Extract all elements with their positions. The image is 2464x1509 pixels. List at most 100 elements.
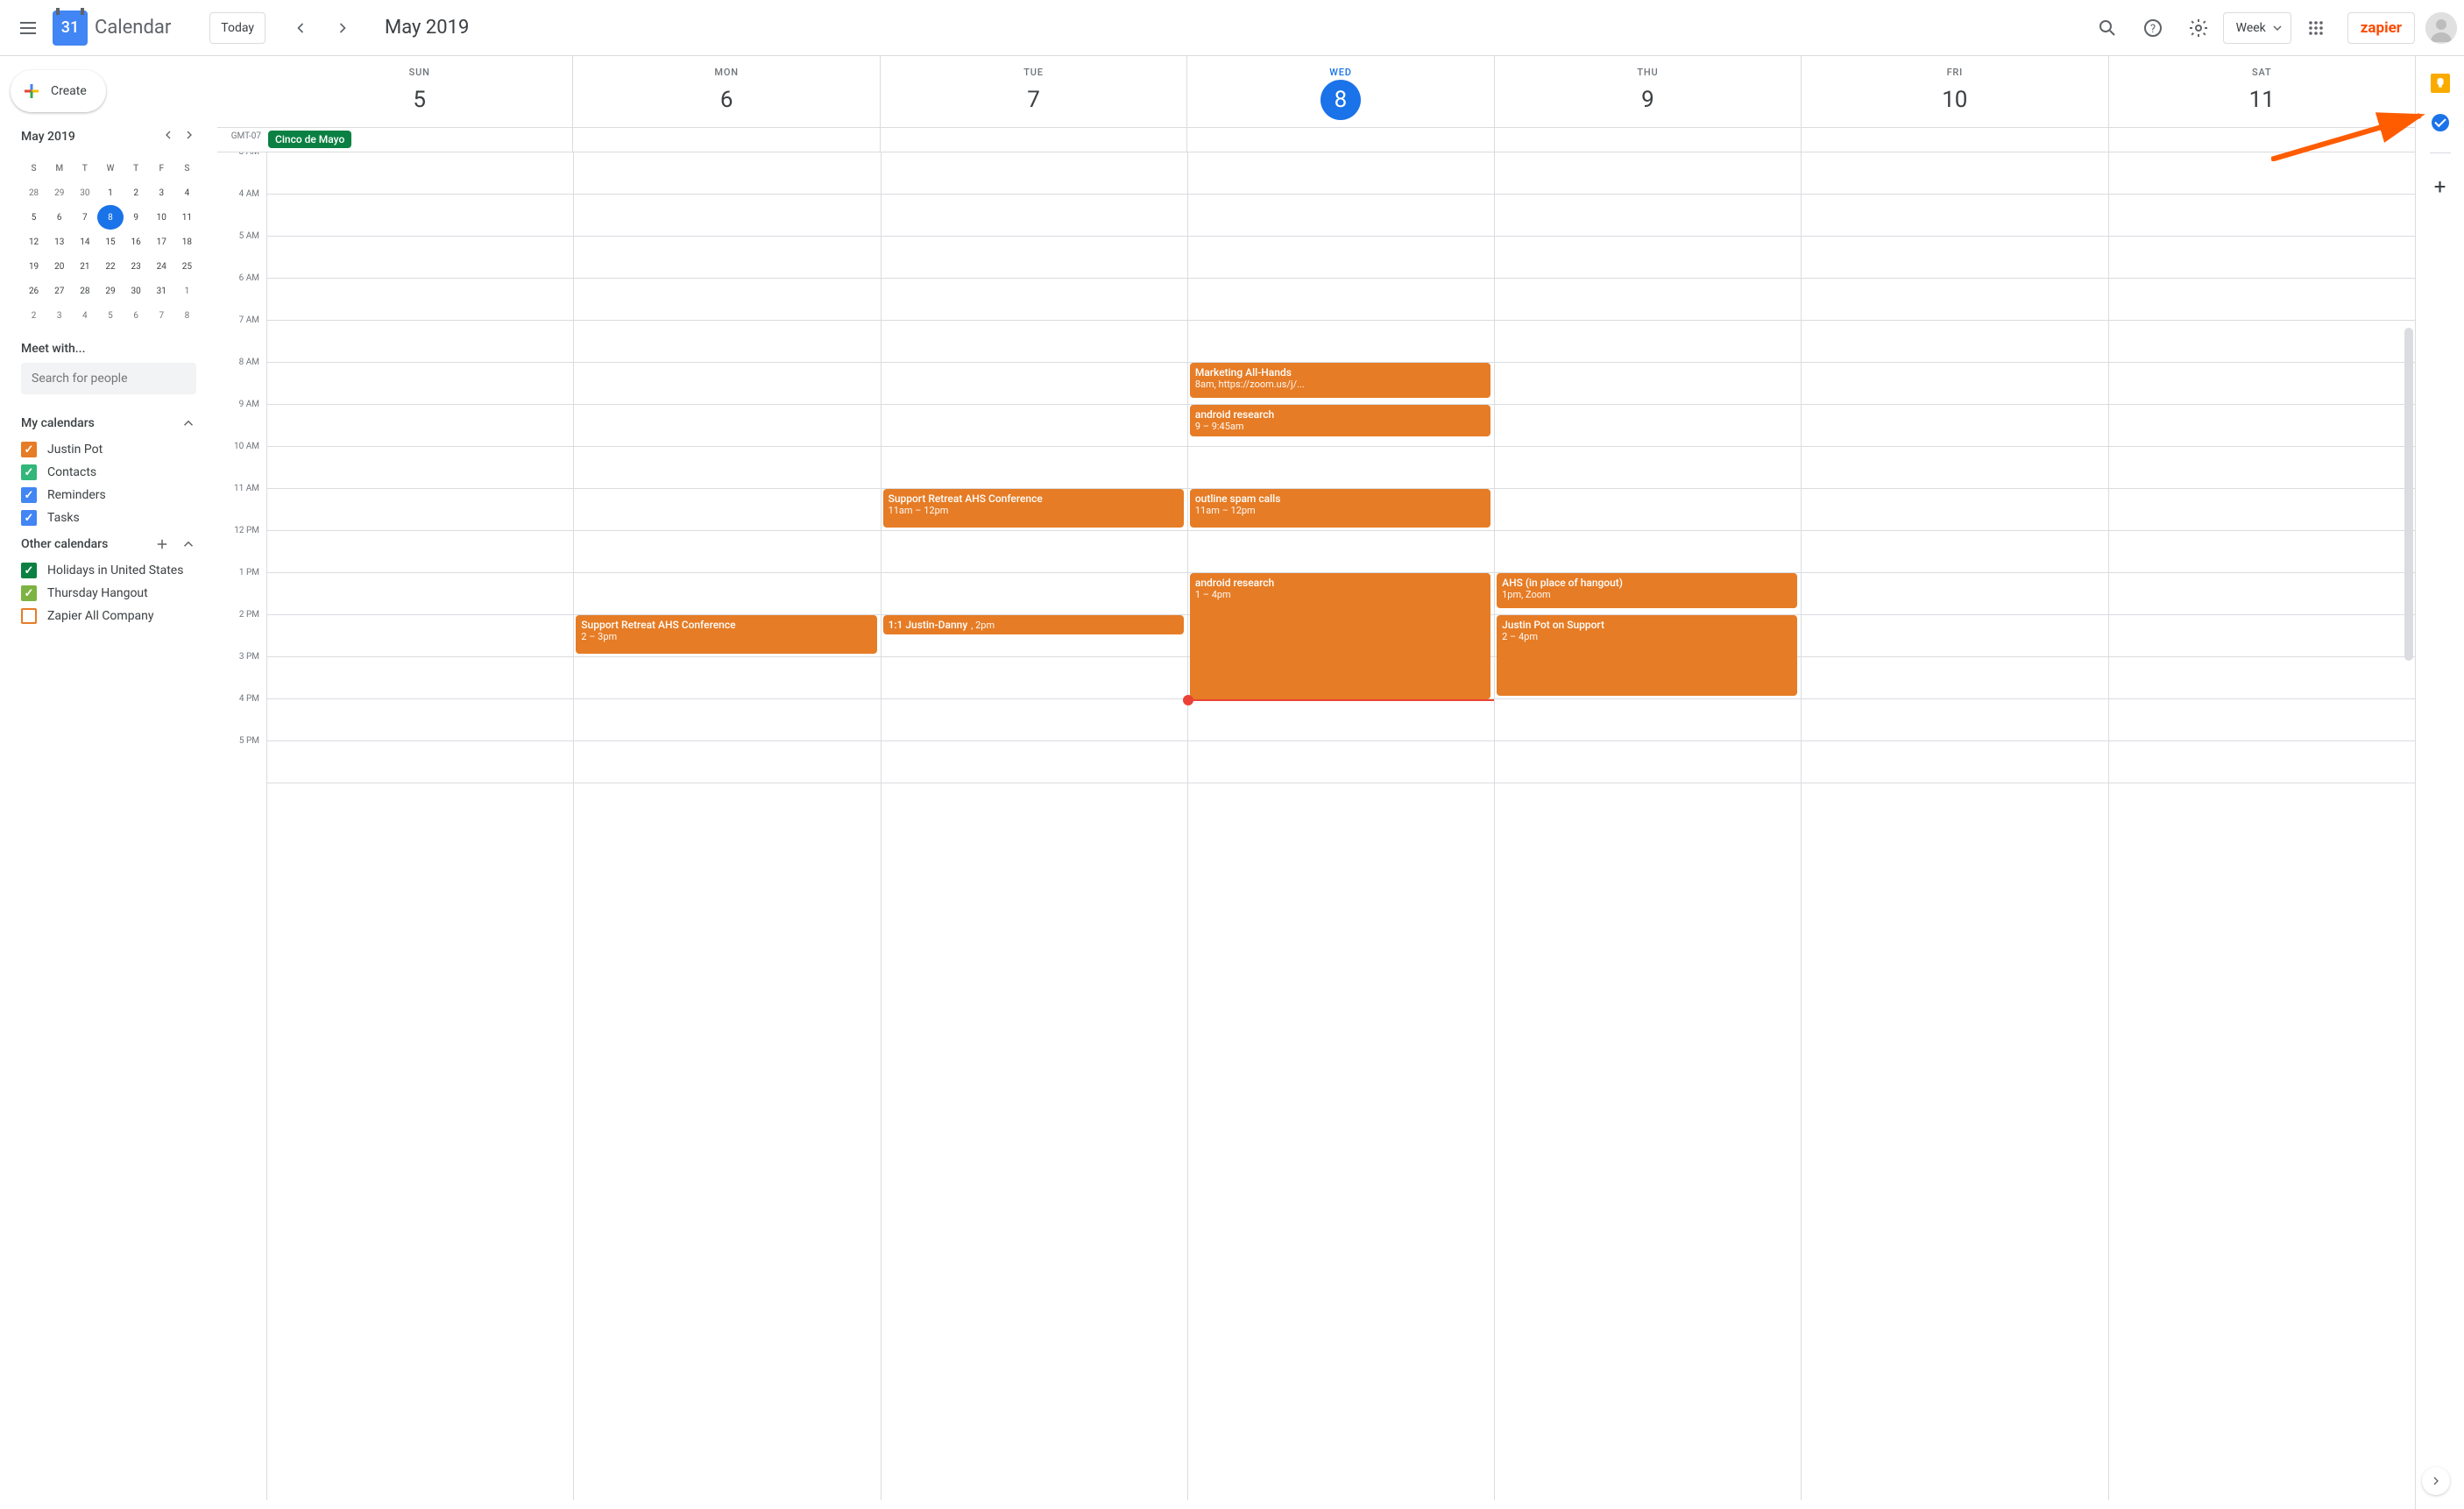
mini-day[interactable]: 24 — [149, 254, 174, 279]
collapse-panel-button[interactable] — [2422, 1467, 2450, 1495]
week-grid[interactable]: 3 AM4 AM5 AM6 AM7 AM8 AM9 AM10 AM11 AM12… — [217, 152, 2415, 1500]
mini-next-month[interactable] — [179, 126, 200, 147]
calendar-checkbox[interactable] — [21, 585, 37, 601]
calendar-event[interactable]: Marketing All-Hands8am, https://zoom.us/… — [1190, 363, 1490, 398]
mini-day[interactable]: 2 — [124, 181, 149, 205]
calendar-event[interactable]: Support Retreat AHS Conference2 – 3pm — [576, 615, 876, 654]
day-number[interactable]: 10 — [1935, 80, 1975, 120]
calendar-item[interactable]: Reminders — [0, 484, 217, 507]
zapier-button[interactable]: zapier — [2347, 12, 2415, 44]
keep-addon-button[interactable] — [2431, 74, 2450, 93]
mini-day[interactable]: 1 — [97, 181, 123, 205]
mini-day[interactable]: 11 — [174, 205, 200, 230]
prev-week-button[interactable] — [280, 7, 322, 49]
calendar-item[interactable]: Holidays in United States — [0, 559, 217, 582]
day-column[interactable]: Support Retreat AHS Conference11am – 12p… — [881, 152, 1187, 1500]
mini-day[interactable]: 28 — [72, 279, 97, 303]
allday-cell[interactable] — [880, 128, 1186, 152]
allday-cell[interactable] — [2108, 128, 2415, 152]
allday-cell[interactable] — [1186, 128, 1493, 152]
calendar-item[interactable]: Contacts — [0, 461, 217, 484]
day-column[interactable] — [266, 152, 573, 1500]
mini-day[interactable]: 16 — [124, 230, 149, 254]
tasks-addon-button[interactable] — [2432, 114, 2449, 131]
search-people-input[interactable] — [21, 363, 196, 394]
create-button[interactable]: Create — [11, 70, 106, 112]
mini-day[interactable]: 6 — [46, 205, 72, 230]
day-number[interactable]: 11 — [2241, 80, 2282, 120]
today-button[interactable]: Today — [209, 12, 266, 44]
mini-day[interactable]: 28 — [21, 181, 46, 205]
day-header[interactable]: WED8 — [1186, 56, 1493, 127]
calendar-event[interactable]: Support Retreat AHS Conference11am – 12p… — [883, 489, 1184, 528]
day-header[interactable]: THU9 — [1494, 56, 1801, 127]
calendar-event[interactable]: android research9 – 9:45am — [1190, 405, 1490, 436]
calendar-checkbox[interactable] — [21, 510, 37, 526]
calendar-item[interactable]: Justin Pot — [0, 438, 217, 461]
other-calendars-header[interactable]: Other calendars — [0, 529, 217, 559]
calendar-checkbox[interactable] — [21, 608, 37, 624]
day-column[interactable]: Support Retreat AHS Conference2 – 3pm — [573, 152, 880, 1500]
day-number[interactable]: 9 — [1627, 80, 1667, 120]
menu-button[interactable] — [7, 7, 49, 49]
calendar-checkbox[interactable] — [21, 464, 37, 480]
mini-day[interactable]: 29 — [46, 181, 72, 205]
apps-button[interactable] — [2295, 7, 2337, 49]
day-column[interactable]: AHS (in place of hangout)1pm, ZoomJustin… — [1494, 152, 1801, 1500]
calendar-item[interactable]: Thursday Hangout — [0, 582, 217, 605]
day-header[interactable]: SAT11 — [2108, 56, 2415, 127]
allday-event[interactable]: Cinco de Mayo — [268, 131, 351, 148]
mini-day[interactable]: 20 — [46, 254, 72, 279]
mini-day[interactable]: 6 — [124, 303, 149, 328]
day-header[interactable]: TUE7 — [880, 56, 1186, 127]
mini-day[interactable]: 10 — [149, 205, 174, 230]
view-selector[interactable]: Week — [2223, 12, 2291, 44]
day-number[interactable]: 5 — [400, 80, 440, 120]
calendar-event[interactable]: AHS (in place of hangout)1pm, Zoom — [1497, 573, 1797, 608]
allday-cell[interactable] — [572, 128, 879, 152]
mini-day[interactable]: 7 — [72, 205, 97, 230]
calendar-checkbox[interactable] — [21, 487, 37, 503]
mini-day[interactable]: 8 — [174, 303, 200, 328]
day-header[interactable]: SUN5 — [266, 56, 572, 127]
next-week-button[interactable] — [322, 7, 364, 49]
mini-day[interactable]: 15 — [97, 230, 123, 254]
calendar-checkbox[interactable] — [21, 563, 37, 578]
mini-day[interactable]: 23 — [124, 254, 149, 279]
account-avatar[interactable] — [2425, 12, 2457, 44]
day-number[interactable]: 7 — [1014, 80, 1054, 120]
day-number[interactable]: 6 — [706, 80, 747, 120]
allday-cell[interactable] — [1494, 128, 1801, 152]
calendar-item[interactable]: Tasks — [0, 507, 217, 529]
allday-cell[interactable]: Cinco de Mayo — [266, 128, 572, 152]
settings-button[interactable] — [2177, 7, 2220, 49]
help-button[interactable]: ? — [2132, 7, 2174, 49]
mini-day[interactable]: 5 — [97, 303, 123, 328]
calendar-item[interactable]: Zapier All Company — [0, 605, 217, 627]
day-number[interactable]: 8 — [1321, 80, 1361, 120]
mini-day[interactable]: 22 — [97, 254, 123, 279]
mini-prev-month[interactable] — [158, 126, 179, 147]
search-button[interactable] — [2086, 7, 2128, 49]
mini-day[interactable]: 3 — [149, 181, 174, 205]
mini-day[interactable]: 27 — [46, 279, 72, 303]
day-column[interactable] — [1801, 152, 2107, 1500]
mini-day[interactable]: 30 — [124, 279, 149, 303]
mini-day[interactable]: 2 — [21, 303, 46, 328]
day-header[interactable]: FRI10 — [1801, 56, 2107, 127]
day-header[interactable]: MON6 — [572, 56, 879, 127]
mini-day[interactable]: 21 — [72, 254, 97, 279]
mini-day[interactable]: 17 — [149, 230, 174, 254]
get-addons-button[interactable]: + — [2434, 174, 2446, 199]
day-column[interactable] — [2108, 152, 2415, 1500]
mini-day[interactable]: 3 — [46, 303, 72, 328]
day-column[interactable]: Marketing All-Hands8am, https://zoom.us/… — [1187, 152, 1494, 1500]
mini-day[interactable]: 9 — [124, 205, 149, 230]
mini-day[interactable]: 26 — [21, 279, 46, 303]
calendar-event[interactable]: android research1 – 4pm — [1190, 573, 1490, 699]
calendar-event[interactable]: outline spam calls11am – 12pm — [1190, 489, 1490, 528]
mini-day[interactable]: 4 — [72, 303, 97, 328]
mini-day[interactable]: 14 — [72, 230, 97, 254]
mini-day[interactable]: 7 — [149, 303, 174, 328]
mini-day[interactable]: 25 — [174, 254, 200, 279]
